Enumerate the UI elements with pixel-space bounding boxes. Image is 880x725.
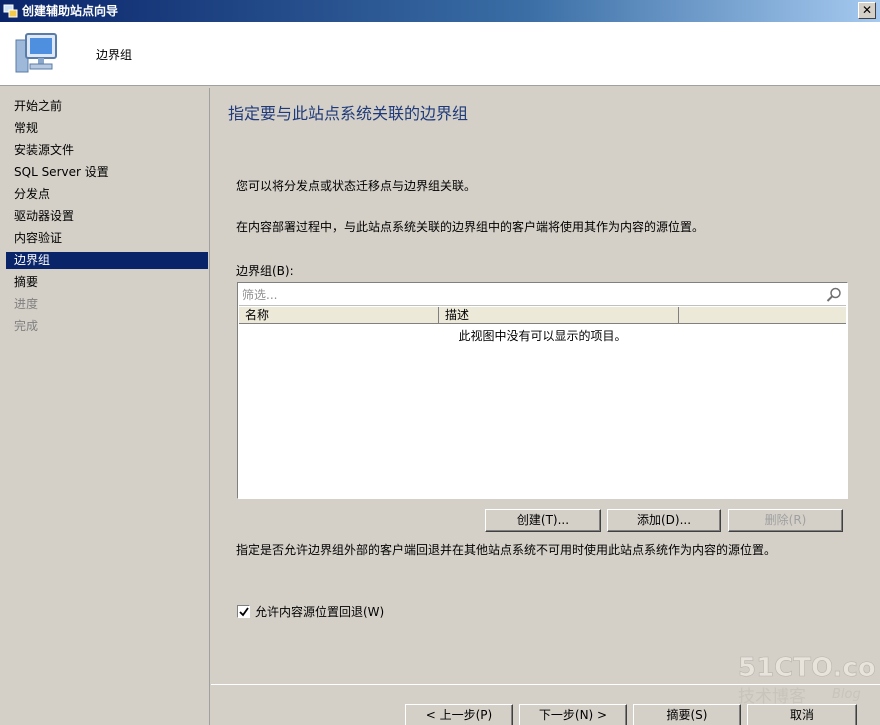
wizard-header: 边界组 — [0, 22, 880, 86]
fallback-description: 指定是否允许边界组外部的客户端回退并在其他站点系统不可用时使用此站点系统作为内容… — [236, 543, 777, 557]
create-button[interactable]: 创建(T)... — [485, 509, 601, 532]
add-button[interactable]: 添加(D)... — [607, 509, 721, 532]
description-text: 您可以将分发点或状态迁移点与边界组关联。 — [236, 179, 477, 193]
search-icon[interactable] — [825, 286, 843, 304]
sidebar-item-drive-settings[interactable]: 驱动器设置 — [6, 208, 208, 225]
sidebar-item-label: SQL Server 设置 — [14, 165, 109, 179]
boundary-groups-label: 边界组(B): — [236, 264, 294, 278]
sidebar-item-before-you-begin[interactable]: 开始之前 — [6, 98, 208, 115]
sidebar-item-sql-server[interactable]: SQL Server 设置 — [6, 164, 208, 181]
column-header-description[interactable]: 描述 — [439, 307, 679, 323]
sidebar-item-installation-source[interactable]: 安装源文件 — [6, 142, 208, 159]
sidebar-item-label: 常规 — [14, 121, 39, 135]
sidebar-item-summary[interactable]: 摘要 — [6, 274, 208, 291]
sidebar-item-boundary-groups[interactable]: 边界组 — [6, 252, 208, 269]
page-title: 指定要与此站点系统关联的边界组 — [228, 104, 469, 123]
sidebar-item-label: 安装源文件 — [14, 143, 75, 157]
sidebar-item-label: 完成 — [14, 319, 39, 333]
sidebar-item-completion: 完成 — [6, 318, 208, 335]
sidebar-item-content-validation[interactable]: 内容验证 — [6, 230, 208, 247]
site-watermark: 51CTO.com 技术博客 Blog — [736, 650, 880, 710]
window-title: 创建辅助站点向导 — [22, 4, 119, 18]
next-button[interactable]: 下一步(N) > — [519, 704, 627, 725]
sidebar-item-progress: 进度 — [6, 296, 208, 313]
delete-button: 删除(R) — [728, 509, 843, 532]
previous-button[interactable]: < 上一步(P) — [405, 704, 513, 725]
sidebar-item-label: 摘要 — [14, 275, 39, 289]
watermark-blog-text: Blog — [832, 687, 861, 702]
sidebar-item-label: 开始之前 — [14, 99, 63, 113]
wizard-app-icon — [3, 4, 18, 18]
sidebar-item-distribution-point[interactable]: 分发点 — [6, 186, 208, 203]
close-icon: ✕ — [861, 3, 873, 17]
header-title: 边界组 — [96, 48, 133, 62]
sidebar-item-label: 进度 — [14, 297, 39, 311]
filter-input[interactable] — [239, 284, 824, 305]
filter-bar — [239, 284, 846, 306]
computer-icon — [15, 33, 57, 73]
title-bar: 创建辅助站点向导 ✕ — [0, 0, 880, 22]
boundary-groups-list[interactable]: 名称 描述 此视图中没有可以显示的项目。 — [237, 282, 848, 499]
fallback-checkbox-label: 允许内容源位置回退(W) — [255, 605, 385, 619]
wizard-steps-sidebar: 开始之前 常规 安装源文件 SQL Server 设置 分发点 驱动器设置 内容… — [0, 88, 210, 725]
sidebar-item-general[interactable]: 常规 — [6, 120, 208, 137]
wizard-main-panel: 指定要与此站点系统关联的边界组 您可以将分发点或状态迁移点与边界组关联。 在内容… — [211, 88, 880, 725]
checkmark-icon — [239, 607, 249, 617]
watermark-site-text: 51CTO.com — [738, 653, 876, 683]
sidebar-item-label: 边界组 — [14, 253, 51, 267]
sidebar-item-label: 驱动器设置 — [14, 209, 75, 223]
empty-list-message: 此视图中没有可以显示的项目。 — [458, 329, 627, 343]
column-header-name[interactable]: 名称 — [239, 307, 439, 323]
list-column-header: 名称 描述 — [239, 307, 846, 324]
watermark-tag-text: 技术博客 — [738, 687, 806, 707]
watermark-logo: 51CTO.com 技术博客 Blog — [738, 653, 880, 707]
close-button[interactable]: ✕ — [858, 2, 876, 19]
fallback-checkbox[interactable] — [237, 605, 250, 618]
description-text-deployment: 在内容部署过程中，与此站点系统关联的边界组中的客户端将使用其作为内容的源位置。 — [236, 220, 705, 234]
sidebar-item-label: 内容验证 — [14, 231, 63, 245]
summary-button[interactable]: 摘要(S) — [633, 704, 741, 725]
sidebar-item-label: 分发点 — [14, 187, 51, 201]
